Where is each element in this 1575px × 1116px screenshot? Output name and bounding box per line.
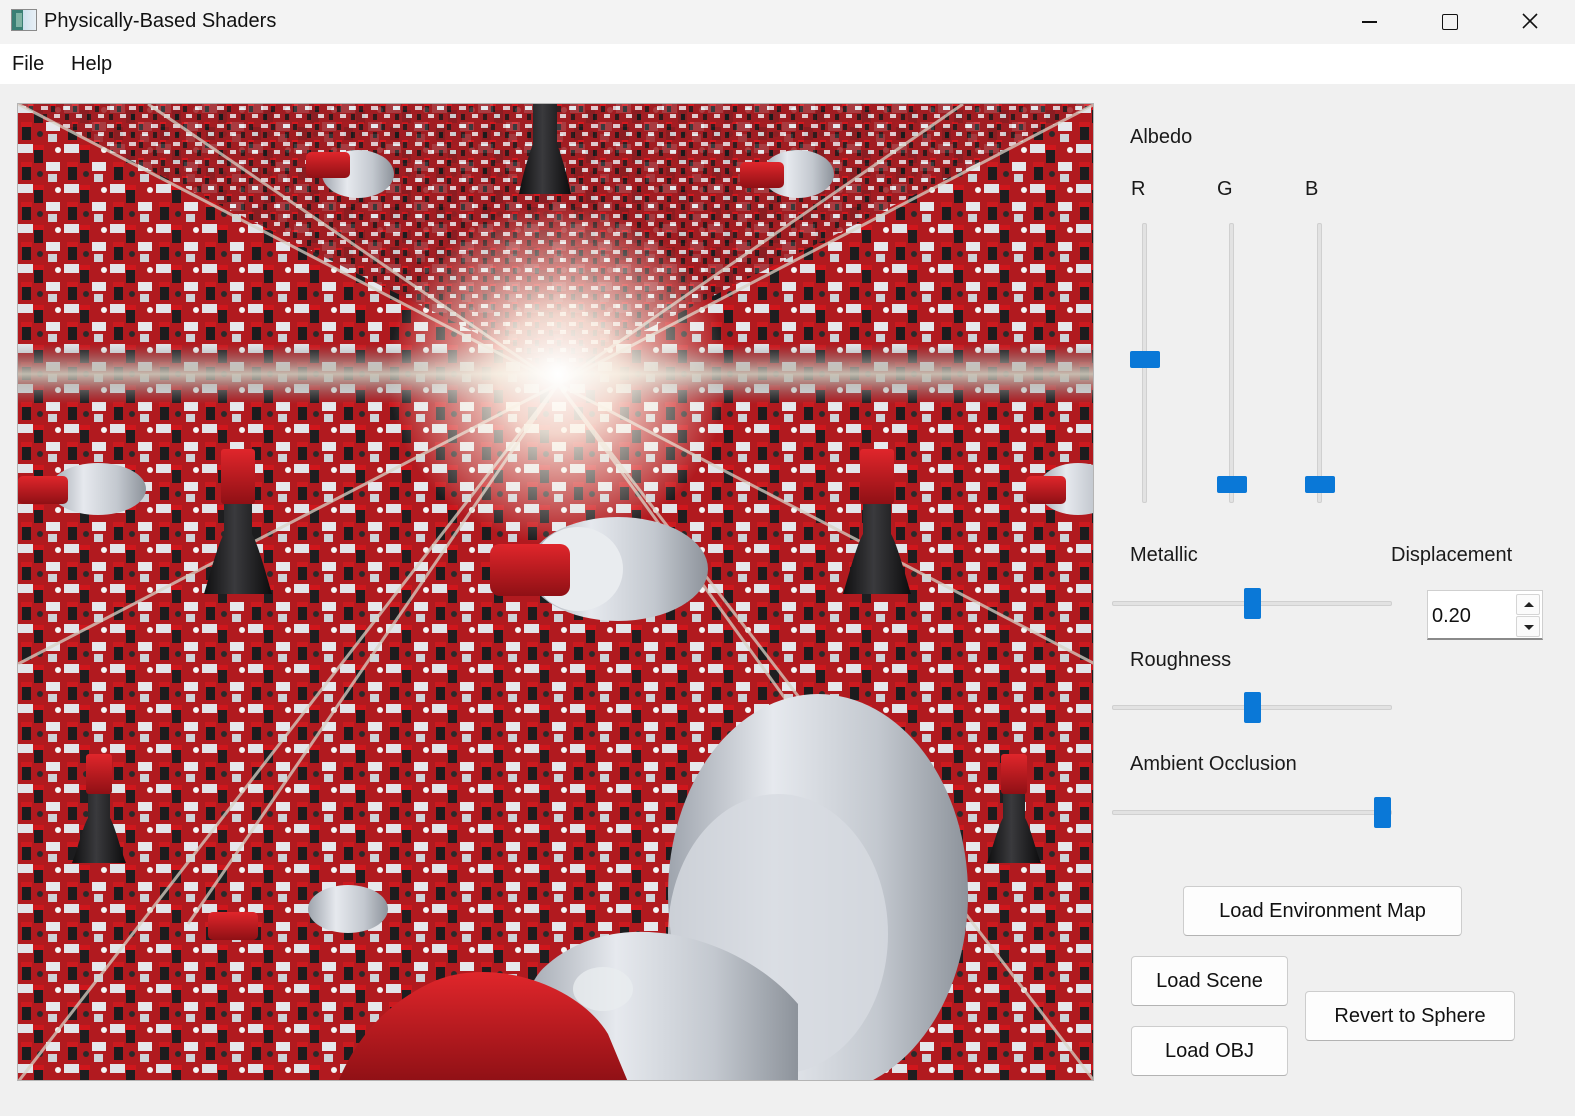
load-environment-map-button[interactable]: Load Environment Map — [1183, 886, 1462, 936]
spin-up-arrow-icon[interactable] — [1516, 594, 1540, 615]
albedo-b-slider[interactable] — [1302, 223, 1338, 503]
title-bar: Physically-Based Shaders — [0, 0, 1575, 44]
render-scene — [18, 104, 1093, 1080]
app-icon — [11, 9, 37, 31]
slider-handle[interactable] — [1243, 692, 1261, 723]
menu-help[interactable]: Help — [71, 53, 112, 76]
spin-down-arrow-icon[interactable] — [1516, 616, 1540, 637]
ambient-occlusion-slider[interactable] — [1112, 796, 1392, 830]
ambient-occlusion-label: Ambient Occlusion — [1130, 753, 1297, 775]
menu-bar: File Help — [0, 44, 1575, 84]
displacement-spinbox[interactable]: 0.20 — [1427, 590, 1543, 640]
close-icon[interactable] — [1490, 0, 1570, 44]
window-title: Physically-Based Shaders — [44, 10, 277, 32]
slider-groove — [1317, 223, 1322, 503]
slider-handle[interactable] — [1374, 797, 1391, 828]
slider-handle[interactable] — [1130, 350, 1160, 368]
minimize-icon[interactable] — [1330, 0, 1410, 44]
revert-to-sphere-button[interactable]: Revert to Sphere — [1305, 991, 1515, 1041]
maximize-icon[interactable] — [1410, 0, 1490, 44]
albedo-g-slider[interactable] — [1214, 223, 1250, 503]
load-scene-button[interactable]: Load Scene — [1131, 956, 1288, 1006]
albedo-r-slider[interactable] — [1127, 223, 1163, 503]
slider-handle[interactable] — [1305, 476, 1335, 493]
metallic-label: Metallic — [1130, 544, 1198, 566]
albedo-r-label: R — [1131, 178, 1146, 200]
slider-handle[interactable] — [1217, 476, 1247, 493]
roughness-slider[interactable] — [1112, 691, 1392, 725]
albedo-g-label: G — [1217, 178, 1233, 200]
displacement-value[interactable]: 0.20 — [1432, 605, 1471, 628]
albedo-b-label: B — [1305, 178, 1319, 200]
render-viewport[interactable] — [17, 103, 1094, 1081]
menu-file[interactable]: File — [12, 53, 44, 76]
roughness-label: Roughness — [1130, 649, 1232, 671]
slider-handle[interactable] — [1243, 588, 1261, 619]
displacement-label: Displacement — [1391, 544, 1513, 566]
load-obj-button[interactable]: Load OBJ — [1131, 1026, 1288, 1076]
slider-groove — [1229, 223, 1234, 503]
metallic-slider[interactable] — [1112, 587, 1392, 621]
slider-groove — [1112, 810, 1392, 815]
albedo-label: Albedo — [1130, 126, 1193, 148]
